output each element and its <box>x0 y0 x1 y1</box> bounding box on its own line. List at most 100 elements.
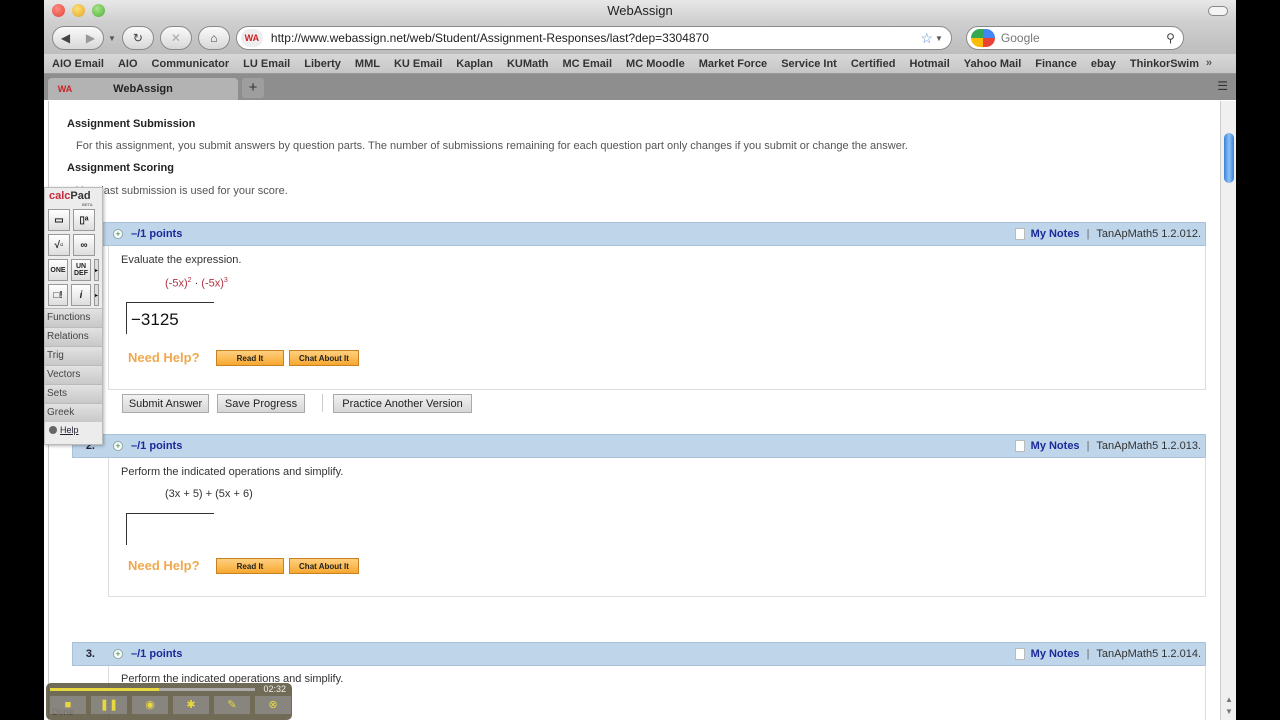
bookmark-item[interactable]: Market Force <box>699 58 767 70</box>
browser-window: WebAssign ◀ ▶ ▼ ↻ ✕ ⌂ WA http://www.weba… <box>44 0 1236 720</box>
google-engine-icon[interactable] <box>970 29 995 47</box>
address-bar[interactable]: WA http://www.webassign.net/web/Student/… <box>235 26 952 50</box>
scoring-heading: Assignment Scoring <box>67 162 174 174</box>
cancel-recording-button[interactable]: ⊗ <box>255 696 291 714</box>
calcpad-menu-sets[interactable]: Sets <box>45 384 102 403</box>
note-icon <box>1014 228 1025 240</box>
search-placeholder[interactable]: Google <box>1001 31 1166 45</box>
submit-answer-button[interactable]: Submit Answer <box>122 394 209 413</box>
chat-about-it-button[interactable]: Chat About It <box>289 350 359 366</box>
chat-about-it-button[interactable]: Chat About It <box>289 558 359 574</box>
my-notes-link[interactable]: My Notes <box>1031 648 1080 660</box>
bookmarks-bar: AIO Email AIO Communicator LU Email Libe… <box>44 54 1236 74</box>
imaginary-key[interactable]: i <box>71 284 91 306</box>
calcpad-title: calcPad BETA <box>45 188 102 208</box>
bookmark-item[interactable]: KUMath <box>507 58 549 70</box>
expand-icon[interactable]: + <box>113 441 123 451</box>
search-icon[interactable]: ⚲ <box>1166 31 1175 45</box>
calcpad-menu-relations[interactable]: Relations <box>45 327 102 346</box>
question-points[interactable]: –/1 points <box>131 440 182 452</box>
calcpad-help[interactable]: Help <box>45 422 102 438</box>
question-1-prompt: Evaluate the expression. <box>121 254 242 266</box>
bookmark-item[interactable]: Liberty <box>304 58 341 70</box>
zoom-window-button[interactable] <box>92 4 105 17</box>
exponent-key[interactable]: ▯ᵃ <box>73 209 95 231</box>
minimize-window-button[interactable] <box>72 4 85 17</box>
forward-button[interactable]: ▶ <box>78 31 103 45</box>
help-icon <box>49 426 57 434</box>
more-arrow-icon[interactable]: ▸ <box>94 284 99 306</box>
bookmark-item[interactable]: LU Email <box>243 58 290 70</box>
fraction-key[interactable]: ▭ <box>48 209 70 231</box>
close-window-button[interactable] <box>52 4 65 17</box>
stop-recording-button[interactable]: ■ <box>50 696 86 714</box>
undefined-key[interactable]: UN DEF <box>71 259 91 281</box>
reload-button[interactable]: ↻ <box>121 26 154 50</box>
bookmark-item[interactable]: AIO Email <box>52 58 104 70</box>
bookmark-item[interactable]: Service Int <box>781 58 837 70</box>
calcpad-menu-vectors[interactable]: Vectors <box>45 365 102 384</box>
read-it-button[interactable]: Read It <box>216 558 284 574</box>
more-arrow-icon[interactable]: ▸ <box>94 259 99 281</box>
toolbar-toggle-button[interactable] <box>1208 6 1228 16</box>
calcpad-menu-trig[interactable]: Trig <box>45 346 102 365</box>
infinity-key[interactable]: ∞ <box>73 234 95 256</box>
new-tab-button[interactable]: + <box>242 78 264 98</box>
tab-list-icon[interactable]: ☰ <box>1217 79 1228 93</box>
calcpad-menu-functions[interactable]: Functions <box>45 308 102 327</box>
bookmarks-overflow-icon[interactable]: » <box>1206 57 1212 69</box>
bookmark-item[interactable]: Yahoo Mail <box>964 58 1021 70</box>
expr-exponent: 3 <box>223 277 228 284</box>
bookmark-item[interactable]: MC Moodle <box>626 58 685 70</box>
dne-key[interactable]: ONE <box>48 259 68 281</box>
search-box[interactable]: Google ⚲ <box>965 26 1184 50</box>
bookmark-item[interactable]: MML <box>355 58 380 70</box>
bookmark-item[interactable]: Communicator <box>152 58 230 70</box>
webcam-button[interactable]: ◉ <box>132 696 168 714</box>
question-2-expression: (3x + 5) + (5x + 6) <box>165 488 253 500</box>
draw-button[interactable]: ✎ <box>214 696 250 714</box>
calcpad-menu-greek[interactable]: Greek <box>45 403 102 422</box>
scrollbar-thumb[interactable] <box>1224 133 1234 183</box>
home-button[interactable]: ⌂ <box>197 26 230 50</box>
history-dropdown-icon[interactable]: ▼ <box>108 34 116 43</box>
back-button[interactable]: ◀ <box>53 31 78 45</box>
factorial-key[interactable]: □! <box>48 284 68 306</box>
stop-icon: ✕ <box>170 31 181 45</box>
tab-webassign[interactable]: WA WebAssign <box>48 78 238 100</box>
my-notes-link[interactable]: My Notes <box>1031 440 1080 452</box>
sqrt-key[interactable]: √▫ <box>48 234 70 256</box>
bookmark-item[interactable]: Finance <box>1035 58 1077 70</box>
vertical-scrollbar[interactable]: ▲ ▼ <box>1220 101 1236 720</box>
expand-icon[interactable]: + <box>113 229 123 239</box>
note-icon <box>1014 440 1025 452</box>
recording-progress-bar[interactable] <box>50 688 255 691</box>
bookmark-item[interactable]: Hotmail <box>909 58 949 70</box>
scroll-arrows[interactable]: ▲ ▼ <box>1224 694 1234 718</box>
practice-another-version-button[interactable]: Practice Another Version <box>333 394 472 413</box>
bookmark-item[interactable]: Certified <box>851 58 896 70</box>
bookmark-item[interactable]: ThinkorSwim <box>1130 58 1199 70</box>
save-progress-button[interactable]: Save Progress <box>217 394 305 413</box>
bookmark-item[interactable]: MC Email <box>563 58 613 70</box>
bookmark-item[interactable]: Kaplan <box>456 58 493 70</box>
calcpad-help-link[interactable]: Help <box>60 425 79 435</box>
bookmark-item[interactable]: ebay <box>1091 58 1116 70</box>
pause-button[interactable]: ❚❚ <box>91 696 127 714</box>
audio-button[interactable]: ✱ <box>173 696 209 714</box>
question-1-answer-input[interactable]: −3125 <box>126 302 214 334</box>
question-points[interactable]: –/1 points <box>131 228 182 240</box>
url-dropdown-icon[interactable]: ▼ <box>935 34 943 43</box>
question-points[interactable]: –/1 points <box>131 648 182 660</box>
bookmark-item[interactable]: KU Email <box>394 58 442 70</box>
bookmark-star-icon[interactable]: ☆ <box>920 30 933 47</box>
url-text[interactable]: http://www.webassign.net/web/Student/Ass… <box>271 31 921 45</box>
bookmark-item[interactable]: AIO <box>118 58 138 70</box>
recording-progress-fill <box>50 688 159 691</box>
expand-icon[interactable]: + <box>113 649 123 659</box>
my-notes-link[interactable]: My Notes <box>1031 228 1080 240</box>
read-it-button[interactable]: Read It <box>216 350 284 366</box>
question-2-body <box>108 458 1206 597</box>
stop-button[interactable]: ✕ <box>159 26 192 50</box>
question-2-answer-input[interactable] <box>126 513 214 545</box>
